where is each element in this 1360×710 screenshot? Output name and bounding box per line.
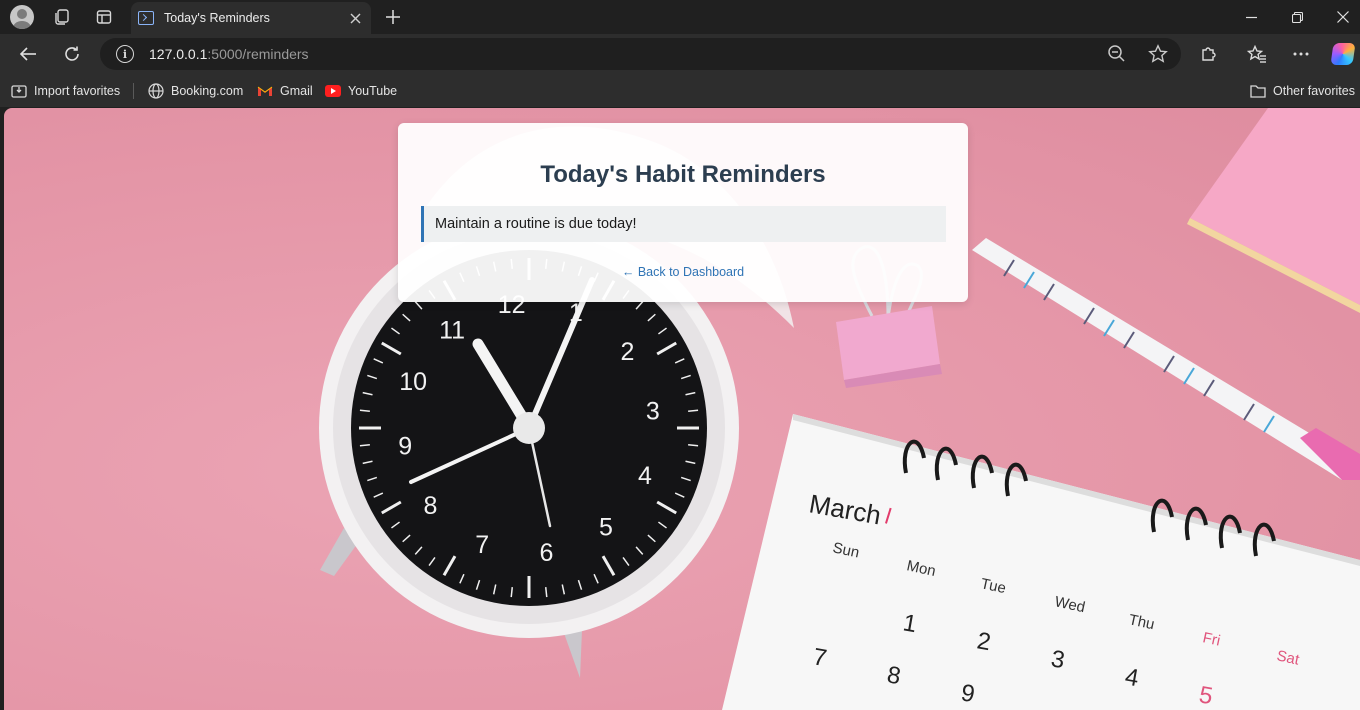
arrow-left-icon xyxy=(19,47,36,61)
favorite-youtube-label: YouTube xyxy=(348,84,398,98)
favorite-gmail-label: Gmail xyxy=(280,84,313,98)
more-button[interactable] xyxy=(1284,38,1318,70)
clock-number: 10 xyxy=(399,368,427,396)
workspaces-button[interactable] xyxy=(44,3,80,31)
browser-toolbar: i 127.0.0.1:5000/reminders xyxy=(0,34,1360,74)
clock-tick xyxy=(359,409,370,413)
reload-icon xyxy=(65,46,79,61)
minimize-icon xyxy=(1245,16,1257,18)
clock-tick xyxy=(544,587,548,598)
clock-number: 11 xyxy=(439,316,465,344)
favorites-button[interactable] xyxy=(1240,38,1274,70)
globe-icon xyxy=(148,83,164,99)
terminal-favicon-icon xyxy=(138,11,154,25)
calendar-weekday: Fri xyxy=(1201,629,1222,649)
minimize-button[interactable] xyxy=(1228,0,1274,34)
close-window-button[interactable] xyxy=(1320,0,1360,34)
youtube-icon xyxy=(325,85,341,97)
clock-number: 7 xyxy=(475,531,489,559)
profile-button[interactable] xyxy=(4,3,40,31)
clock-tick xyxy=(359,443,370,447)
tab-title: Today's Reminders xyxy=(164,11,270,25)
reminder-text: Maintain a routine is due today! xyxy=(435,216,637,232)
clock-tick xyxy=(688,443,699,447)
browser-tab-strip: Today's Reminders xyxy=(0,0,1360,34)
other-favorites[interactable]: Other favorites xyxy=(1250,80,1355,102)
restore-icon xyxy=(1291,11,1303,23)
favorite-booking-label: Booking.com xyxy=(171,84,244,98)
favorite-youtube[interactable]: YouTube xyxy=(325,80,397,102)
clock-number: 8 xyxy=(424,492,438,520)
copilot-icon xyxy=(1330,43,1356,65)
star-icon xyxy=(1148,44,1168,63)
address-bar[interactable]: i 127.0.0.1:5000/reminders xyxy=(100,38,1181,70)
clock-number: 4 xyxy=(638,462,652,490)
tab-todays-reminders[interactable]: Today's Reminders xyxy=(131,2,371,34)
close-icon xyxy=(350,13,360,23)
gmail-icon xyxy=(257,83,273,99)
close-tab-button[interactable] xyxy=(343,6,367,30)
extensions-button[interactable] xyxy=(1192,38,1226,70)
plus-icon xyxy=(386,10,400,24)
close-window-icon xyxy=(1337,11,1349,23)
favorite-gmail[interactable]: Gmail xyxy=(257,80,313,102)
clock-number: 2 xyxy=(621,338,635,366)
reminders-card: Today's Habit Reminders Maintain a routi… xyxy=(398,123,968,302)
favorites-bar: Import favorites Booking.com Gmail YouTu… xyxy=(0,74,1360,107)
reminder-item: Maintain a routine is due today! xyxy=(421,206,946,242)
vertical-tabs-icon xyxy=(96,10,112,24)
other-favorites-label: Other favorites xyxy=(1273,84,1355,98)
page-viewport: 121234567891011 March SunMonTu xyxy=(4,108,1360,710)
folder-icon xyxy=(1250,83,1266,99)
clock-tick xyxy=(688,409,699,413)
zoom-out-button[interactable] xyxy=(1106,43,1128,65)
favorite-import-label: Import favorites xyxy=(34,84,121,98)
back-button[interactable] xyxy=(10,38,46,70)
profile-avatar-icon xyxy=(10,5,34,29)
zoom-out-icon xyxy=(1108,45,1125,62)
import-icon xyxy=(11,83,27,99)
favorites-separator xyxy=(133,83,134,99)
add-favorite-button[interactable] xyxy=(1146,42,1170,66)
copilot-button[interactable] xyxy=(1326,38,1360,70)
clock-number: 6 xyxy=(539,539,553,567)
clock-number: 5 xyxy=(599,514,613,542)
tab-actions-button[interactable] xyxy=(86,3,122,31)
info-icon[interactable]: i xyxy=(116,45,134,63)
favorites-star-icon xyxy=(1247,45,1266,63)
favorite-booking[interactable]: Booking.com xyxy=(148,80,243,102)
sticky-notepad xyxy=(1187,108,1360,313)
puzzle-icon xyxy=(1202,47,1216,61)
more-dots-icon xyxy=(1293,52,1309,56)
restore-button[interactable] xyxy=(1274,0,1320,34)
url-text[interactable]: 127.0.0.1:5000/reminders xyxy=(149,46,309,62)
desk-calendar: March SunMonTueWedThuFriSat 12345 789 xyxy=(722,414,1360,710)
favorite-import[interactable]: Import favorites xyxy=(11,80,120,102)
workspaces-icon xyxy=(55,9,69,25)
new-tab-button[interactable] xyxy=(375,3,411,31)
clock-tick xyxy=(510,587,514,598)
back-to-dashboard-link[interactable]: ← Back to Dashboard xyxy=(398,265,968,279)
page-title: Today's Habit Reminders xyxy=(540,161,826,188)
clock-number: 9 xyxy=(398,432,412,460)
reload-button[interactable] xyxy=(54,38,90,70)
clock-number: 3 xyxy=(646,398,660,426)
